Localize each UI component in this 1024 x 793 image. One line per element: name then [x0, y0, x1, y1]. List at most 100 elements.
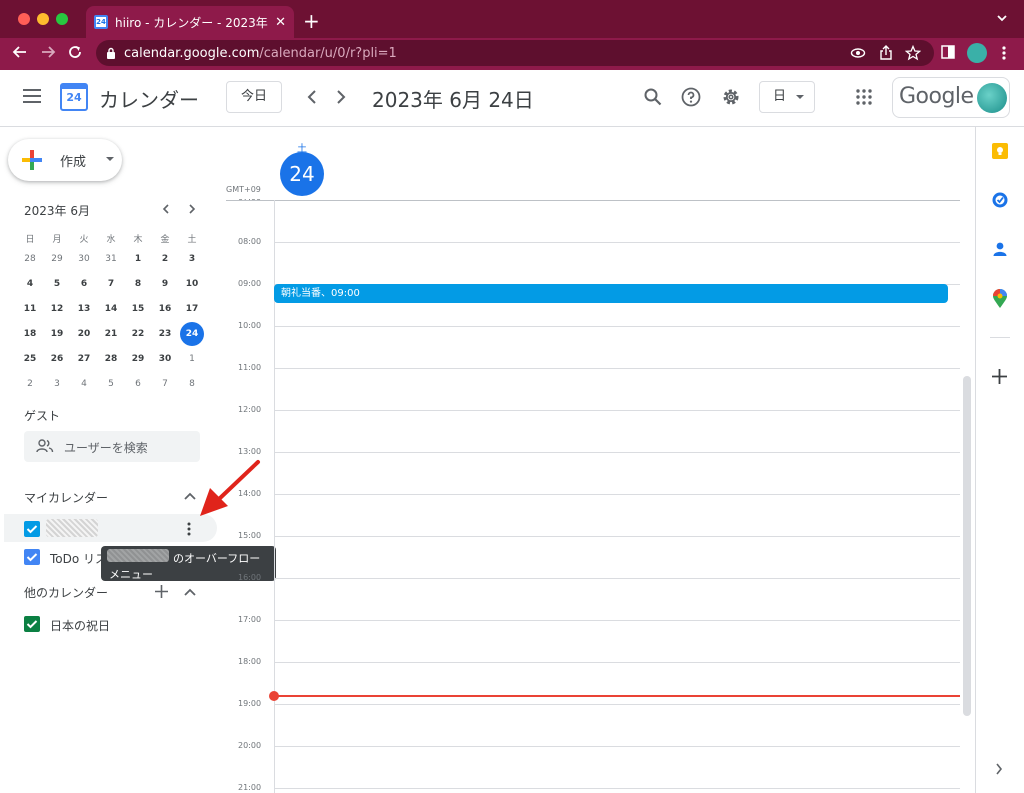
guest-search-input[interactable]: ユーザーを検索 — [24, 431, 200, 462]
window-minimize-button[interactable] — [37, 13, 49, 25]
mini-calendar-day[interactable]: 18 — [18, 322, 42, 346]
mini-calendar-day[interactable]: 11 — [18, 297, 42, 321]
other-calendars-heading[interactable]: 他のカレンダー — [24, 584, 108, 601]
get-addons-plus-icon[interactable] — [992, 369, 1007, 384]
holidays-checkbox[interactable] — [24, 616, 40, 632]
help-icon[interactable] — [681, 87, 701, 107]
next-day-chevron-icon[interactable] — [336, 90, 346, 104]
mini-next-month-chevron-icon[interactable] — [188, 204, 196, 214]
todo-checkbox[interactable] — [24, 549, 40, 565]
mini-calendar-day[interactable]: 22 — [126, 322, 150, 346]
mini-calendar-day[interactable]: 12 — [45, 297, 69, 321]
mini-calendar-day[interactable]: 16 — [153, 297, 177, 321]
mini-calendar-day[interactable]: 8 — [126, 272, 150, 296]
mini-calendar-day[interactable]: 3 — [45, 372, 69, 396]
tab-close-icon[interactable]: ✕ — [275, 15, 286, 30]
browser-tab[interactable]: 24 hiiro - カレンダー - 2023年 6月 2 ✕ — [86, 6, 294, 38]
mini-calendar-day[interactable]: 7 — [153, 372, 177, 396]
mini-calendar-day[interactable]: 29 — [126, 347, 150, 371]
mini-calendar-day[interactable]: 26 — [45, 347, 69, 371]
mini-calendar-day[interactable]: 29 — [45, 247, 69, 271]
mini-calendar-day[interactable]: 17 — [180, 297, 204, 321]
collapse-chevron-up-icon[interactable] — [184, 588, 196, 596]
mini-calendar-day[interactable]: 21 — [99, 322, 123, 346]
today-button[interactable]: 今日 — [226, 81, 282, 113]
mini-calendar-day[interactable]: 6 — [72, 272, 96, 296]
calendar-checkbox[interactable] — [24, 521, 40, 537]
calendar-favicon-icon: 24 — [94, 15, 108, 29]
hour-label: 20:00 — [238, 741, 262, 750]
mini-calendar-day[interactable]: 15 — [126, 297, 150, 321]
mini-prev-month-chevron-icon[interactable] — [162, 204, 170, 214]
apps-grid-icon[interactable] — [856, 89, 872, 105]
mini-calendar-day[interactable]: 2 — [18, 372, 42, 396]
eye-icon[interactable] — [850, 45, 866, 61]
mini-calendar-day[interactable]: 28 — [99, 347, 123, 371]
mini-calendar-day[interactable]: 1 — [180, 347, 204, 371]
mini-calendar-day[interactable]: 1 — [126, 247, 150, 271]
expand-panel-chevron-icon[interactable] — [995, 763, 1003, 775]
collapse-chevron-up-icon[interactable] — [184, 492, 196, 500]
view-selector[interactable]: 日 — [759, 81, 815, 113]
maps-icon[interactable] — [992, 289, 1008, 309]
forward-arrow-icon[interactable] — [40, 44, 56, 60]
account-switcher[interactable]: Google — [892, 77, 1010, 118]
mini-calendar-day[interactable]: 10 — [180, 272, 204, 296]
mini-calendar-day[interactable]: 9 — [153, 272, 177, 296]
mini-calendar-day[interactable]: 31 — [99, 247, 123, 271]
side-panel-icon[interactable] — [941, 45, 955, 59]
contacts-icon[interactable] — [991, 240, 1009, 258]
window-zoom-button[interactable] — [56, 13, 68, 25]
my-calendars-heading[interactable]: マイカレンダー — [24, 489, 108, 506]
reload-icon[interactable] — [67, 44, 83, 60]
overflow-menu-icon[interactable] — [186, 521, 192, 537]
mini-calendar-day[interactable]: 20 — [72, 322, 96, 346]
keep-icon[interactable] — [991, 142, 1009, 160]
mini-calendar-day[interactable]: 23 — [153, 322, 177, 346]
mini-calendar-day[interactable]: 13 — [72, 297, 96, 321]
mini-calendar-day[interactable]: 30 — [153, 347, 177, 371]
mini-calendar-day[interactable]: 5 — [45, 272, 69, 296]
share-icon[interactable] — [878, 45, 894, 61]
new-tab-button[interactable]: + — [303, 11, 320, 31]
tab-search-chevron-icon[interactable] — [996, 12, 1008, 24]
add-calendar-plus-icon[interactable] — [155, 585, 168, 598]
create-button[interactable]: 作成 — [8, 139, 122, 181]
mini-calendar-day[interactable]: 27 — [72, 347, 96, 371]
hour-label: 08:00 — [238, 237, 262, 246]
back-arrow-icon[interactable] — [12, 44, 28, 60]
mini-calendar-day[interactable]: 28 — [18, 247, 42, 271]
hour-label: 14:00 — [238, 489, 262, 498]
browser-menu-icon[interactable] — [1001, 45, 1007, 61]
hour-gridline — [274, 494, 960, 495]
hour-label: 11:00 — [238, 363, 262, 372]
tasks-icon[interactable] — [991, 191, 1009, 209]
bookmark-star-icon[interactable] — [905, 45, 921, 61]
event-chip[interactable]: 朝礼当番、09:00 — [274, 284, 948, 303]
mini-calendar-day[interactable]: 25 — [18, 347, 42, 371]
mini-calendar-day[interactable]: 8 — [180, 372, 204, 396]
mini-calendar-day[interactable]: 7 — [99, 272, 123, 296]
people-icon — [36, 439, 54, 453]
day-number-button[interactable]: 24 — [280, 152, 324, 196]
grid-scrollbar[interactable] — [963, 376, 971, 716]
search-icon[interactable] — [644, 88, 662, 106]
mini-calendar-day[interactable]: 6 — [126, 372, 150, 396]
mini-calendar-day[interactable]: 4 — [18, 272, 42, 296]
mini-calendar-day[interactable]: 24 — [180, 322, 204, 346]
hour-gridline — [274, 368, 960, 369]
main-menu-icon[interactable] — [23, 89, 41, 103]
window-close-button[interactable] — [18, 13, 30, 25]
mini-calendar-day[interactable]: 2 — [153, 247, 177, 271]
mini-calendar-day[interactable]: 14 — [99, 297, 123, 321]
address-bar[interactable]: calendar.google.com/calendar/u/0/r?pli=1 — [96, 40, 934, 66]
mini-calendar-day[interactable]: 3 — [180, 247, 204, 271]
prev-day-chevron-icon[interactable] — [307, 90, 317, 104]
mini-calendar-day[interactable]: 19 — [45, 322, 69, 346]
mini-calendar-day[interactable]: 5 — [99, 372, 123, 396]
mini-calendar-day[interactable]: 30 — [72, 247, 96, 271]
mini-calendar-day[interactable]: 4 — [72, 372, 96, 396]
calendar-logo-icon[interactable]: 24 — [60, 83, 88, 111]
profile-avatar[interactable] — [967, 43, 987, 63]
settings-gear-icon[interactable] — [721, 87, 741, 107]
